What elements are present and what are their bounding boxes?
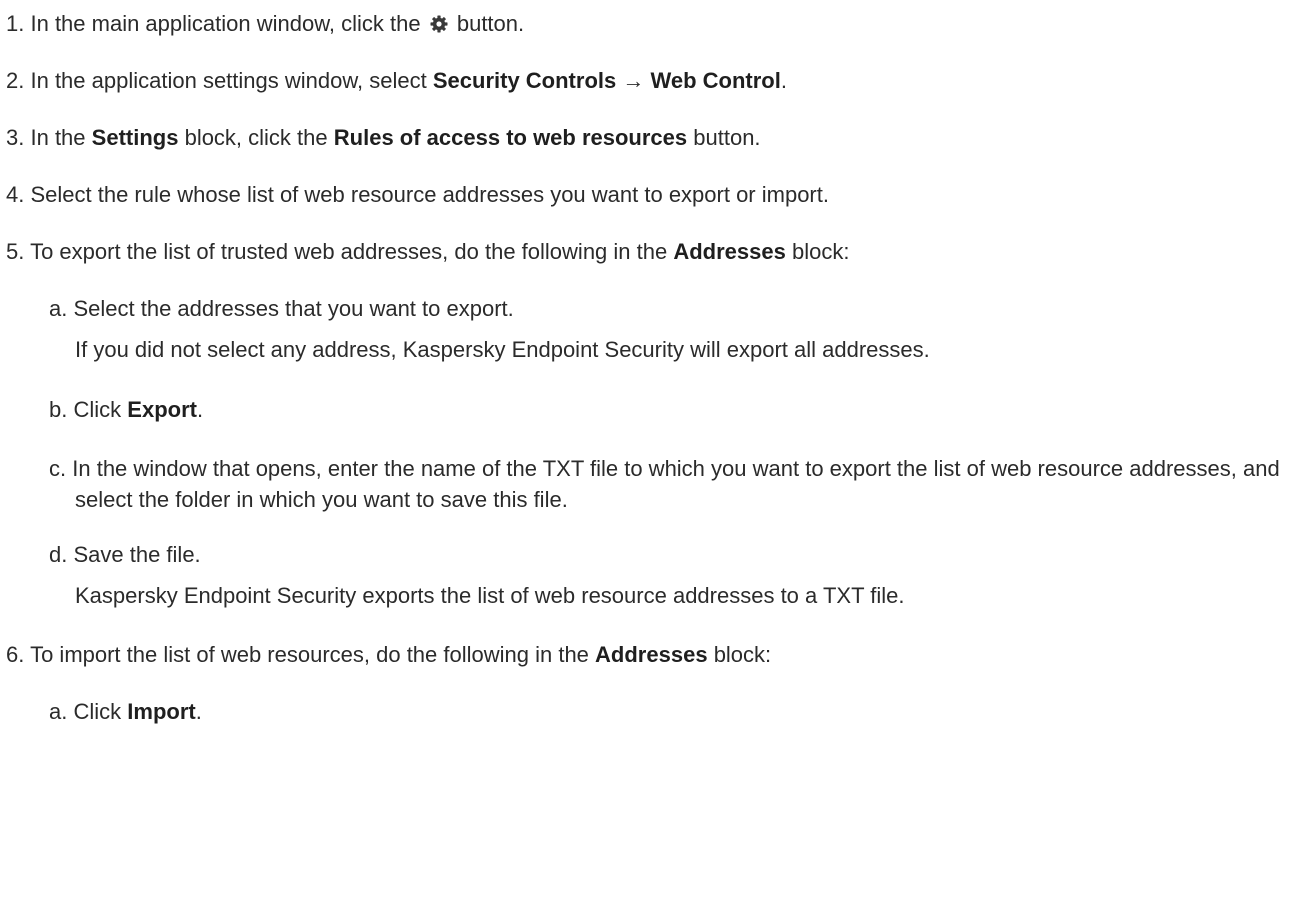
ui-term-rules-of-access: Rules of access to web resources bbox=[333, 125, 688, 150]
substep-label: d. bbox=[49, 542, 68, 567]
step-number: 2. bbox=[6, 68, 25, 93]
substep-5a: a. Select the addresses that you want to… bbox=[49, 295, 514, 323]
step-text-after: . bbox=[780, 68, 787, 93]
step-number: 5. bbox=[6, 239, 25, 264]
step-text: To import the list of web resources, do … bbox=[30, 642, 589, 667]
substep-text: In the window that opens, enter the name… bbox=[72, 456, 1280, 512]
step-number: 1. bbox=[6, 11, 25, 36]
step-number: 4. bbox=[6, 182, 25, 207]
substep-5d: d. Save the file. bbox=[49, 541, 201, 569]
substep-label: b. bbox=[49, 397, 68, 422]
substep-5b: b. Click Export. bbox=[49, 396, 203, 424]
step-text: To export the list of trusted web addres… bbox=[30, 239, 668, 264]
substep-5d-note: Kaspersky Endpoint Security exports the … bbox=[75, 583, 905, 608]
step-1: 1. In the main application window, click… bbox=[6, 10, 524, 38]
substep-label: a. bbox=[49, 296, 68, 321]
step-text-after: block: bbox=[791, 239, 850, 264]
step-text: In the main application window, click th… bbox=[30, 11, 421, 36]
substep-5a-note: If you did not select any address, Kaspe… bbox=[75, 337, 930, 362]
ui-term-web-control: Web Control bbox=[650, 68, 781, 93]
arrow-glyph: → bbox=[622, 68, 645, 93]
instructions-document: 1. In the main application window, click… bbox=[0, 0, 1298, 915]
ui-term-addresses: Addresses bbox=[673, 239, 786, 264]
substep-text: Save the file. bbox=[73, 542, 201, 567]
substep-5c: c. In the window that opens, enter the n… bbox=[49, 453, 1298, 515]
step-text-after: button. bbox=[456, 11, 525, 36]
step-text: Select the rule whose list of web resour… bbox=[30, 182, 829, 207]
substep-label: a. bbox=[49, 699, 68, 724]
substep-6a: a. Click Import. bbox=[49, 698, 202, 726]
substep-text: Select the addresses that you want to ex… bbox=[73, 296, 514, 321]
step-text: In the application settings window, sele… bbox=[30, 68, 427, 93]
substep-label: c. bbox=[49, 456, 67, 481]
step-6: 6. To import the list of web resources, … bbox=[6, 641, 771, 669]
step-text-middle: block, click the bbox=[184, 125, 328, 150]
step-5: 5. To export the list of trusted web add… bbox=[6, 238, 849, 266]
substep-text: Click bbox=[73, 397, 122, 422]
step-number: 3. bbox=[6, 125, 25, 150]
substep-text: Click bbox=[73, 699, 122, 724]
step-text-after: block: bbox=[713, 642, 772, 667]
step-text-after: button. bbox=[693, 125, 761, 150]
step-3: 3. In the Settings block, click the Rule… bbox=[6, 124, 761, 152]
ui-term-export: Export bbox=[127, 397, 197, 422]
gear-icon bbox=[430, 15, 448, 33]
ui-term-security-controls: Security Controls bbox=[432, 68, 617, 93]
step-2: 2. In the application settings window, s… bbox=[6, 67, 787, 95]
ui-term-import: Import bbox=[127, 699, 196, 724]
ui-term-addresses: Addresses bbox=[595, 642, 708, 667]
substep-text-after: . bbox=[195, 699, 202, 724]
step-4: 4. Select the rule whose list of web res… bbox=[6, 181, 829, 209]
step-text: In the bbox=[30, 125, 86, 150]
substep-text-after: . bbox=[196, 397, 204, 422]
ui-term-settings: Settings bbox=[91, 125, 179, 150]
step-number: 6. bbox=[6, 642, 25, 667]
